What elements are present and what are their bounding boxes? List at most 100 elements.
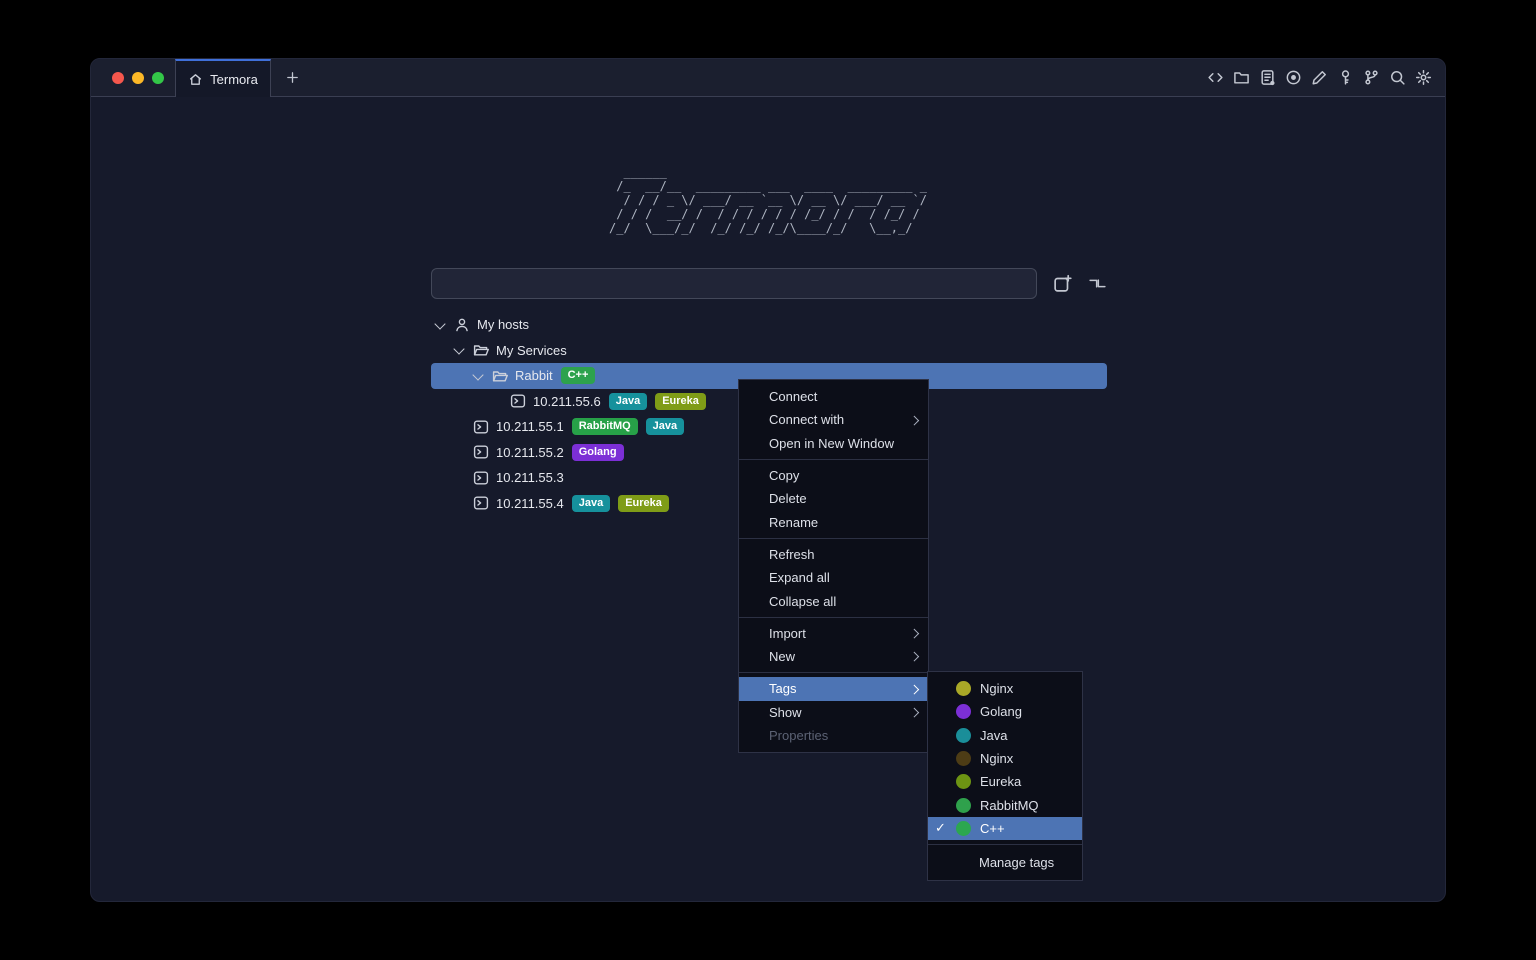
close-window-button[interactable]: [112, 72, 124, 84]
tag-menu-label: Golang: [980, 704, 1022, 719]
manage-tags-label: Manage tags: [979, 855, 1054, 870]
tag-menu-item-nginx[interactable]: Nginx: [928, 677, 1082, 700]
menu-item-label: Collapse all: [769, 594, 836, 609]
tag-menu-item-golang[interactable]: Golang: [928, 700, 1082, 723]
menu-item-new[interactable]: New: [739, 645, 928, 668]
chevron-down-icon[interactable]: [453, 344, 464, 355]
tag-color-dot: [956, 681, 971, 696]
tag-color-dot: [956, 774, 971, 789]
tag-color-dot: [956, 704, 971, 719]
menu-item-label: Copy: [769, 468, 799, 483]
tag-badge: Java: [572, 495, 610, 512]
menu-item-expand-all[interactable]: Expand all: [739, 566, 928, 589]
tree-item-label: My hosts: [477, 317, 529, 332]
tag-menu-label: RabbitMQ: [980, 798, 1039, 813]
chevron-down-icon[interactable]: [434, 318, 445, 329]
home-icon: [188, 72, 203, 87]
menu-item-collapse-all[interactable]: Collapse all: [739, 589, 928, 612]
tag-menu-label: Java: [980, 728, 1007, 743]
menu-item-import[interactable]: Import: [739, 622, 928, 645]
log-icon[interactable]: [1259, 69, 1276, 86]
menu-item-label: New: [769, 649, 795, 664]
submenu-arrow-icon: [909, 629, 918, 638]
menu-item-properties: Properties: [739, 724, 928, 747]
record-icon[interactable]: [1285, 69, 1302, 86]
tag-menu-item-nginx[interactable]: Nginx: [928, 747, 1082, 770]
tag-menu-item-java[interactable]: Java: [928, 724, 1082, 747]
menu-separator: [739, 617, 928, 618]
tag-color-dot: [956, 798, 971, 813]
terminal-icon: [473, 419, 489, 435]
minimize-window-button[interactable]: [132, 72, 144, 84]
tag-badge: Java: [609, 393, 647, 410]
tree-item-label: 10.211.55.4: [496, 496, 564, 511]
menu-separator: [739, 672, 928, 673]
tree-item-label: My Services: [496, 343, 567, 358]
tree-item-label: 10.211.55.1: [496, 419, 564, 434]
plus-icon: [285, 70, 300, 85]
search-row: [431, 268, 1107, 299]
tag-menu-item-eureka[interactable]: Eureka: [928, 770, 1082, 793]
code-icon[interactable]: [1207, 69, 1224, 86]
edit-icon[interactable]: [1311, 69, 1328, 86]
tag-badge: Eureka: [618, 495, 669, 512]
tab-termora[interactable]: Termora: [175, 59, 271, 97]
branch-icon[interactable]: [1363, 69, 1380, 86]
layout-icon[interactable]: [1088, 274, 1107, 293]
menu-item-refresh[interactable]: Refresh: [739, 543, 928, 566]
menu-item-manage-tags[interactable]: Manage tags: [928, 849, 1082, 875]
tag-color-dot: [956, 751, 971, 766]
search-input[interactable]: [431, 268, 1037, 299]
terminal-icon: [473, 495, 489, 511]
ascii-banner: ______ /_ __/__ _________ ___ ____ _____…: [609, 165, 927, 235]
menu-item-label: Delete: [769, 491, 807, 506]
menu-item-tags[interactable]: Tags: [739, 677, 928, 700]
menu-item-open-in-new-window[interactable]: Open in New Window: [739, 432, 928, 455]
menu-separator: [739, 538, 928, 539]
toolbar: [1207, 69, 1445, 86]
menu-item-delete[interactable]: Delete: [739, 487, 928, 510]
tree-row-my-services[interactable]: My Services: [431, 338, 1107, 364]
menu-item-label: Open in New Window: [769, 436, 894, 451]
menu-item-rename[interactable]: Rename: [739, 510, 928, 533]
chevron-down-icon[interactable]: [472, 369, 483, 380]
titlebar: Termora: [91, 59, 1445, 97]
menu-item-label: Rename: [769, 515, 818, 530]
menu-item-connect-with[interactable]: Connect with: [739, 408, 928, 431]
folder-open-icon: [492, 368, 508, 384]
menu-item-label: Tags: [769, 681, 796, 696]
new-tab-button[interactable]: [271, 59, 313, 97]
menu-item-label: Import: [769, 626, 806, 641]
menu-item-label: Refresh: [769, 547, 815, 562]
folder-icon[interactable]: [1233, 69, 1250, 86]
key-icon[interactable]: [1337, 69, 1354, 86]
tree-item-label: Rabbit: [515, 368, 553, 383]
banner-area: ______ /_ __/__ _________ ___ ____ _____…: [91, 165, 1445, 237]
menu-item-connect[interactable]: Connect: [739, 385, 928, 408]
menu-item-show[interactable]: Show: [739, 701, 928, 724]
menu-item-copy[interactable]: Copy: [739, 464, 928, 487]
tag-menu-item-c-[interactable]: ✓C++: [928, 817, 1082, 840]
submenu-arrow-icon: [909, 684, 918, 693]
menu-separator: [928, 844, 1082, 845]
search-icon[interactable]: [1389, 69, 1406, 86]
settings-icon[interactable]: [1415, 69, 1432, 86]
submenu-arrow-icon: [909, 708, 918, 717]
tag-badge: C++: [561, 367, 596, 384]
submenu-arrow-icon: [909, 415, 918, 424]
tab-label: Termora: [210, 72, 258, 87]
menu-item-label: Expand all: [769, 570, 830, 585]
zoom-window-button[interactable]: [152, 72, 164, 84]
submenu-arrow-icon: [909, 652, 918, 661]
add-host-icon[interactable]: [1053, 274, 1072, 293]
tag-menu-label: Nginx: [980, 681, 1013, 696]
termora-window: Termora ______ /_ __/__ _________ ___ __…: [90, 58, 1446, 902]
tag-badge: Eureka: [655, 393, 706, 410]
tag-menu-item-rabbitmq[interactable]: RabbitMQ: [928, 793, 1082, 816]
tag-badge: Golang: [572, 444, 624, 461]
tree-item-label: 10.211.55.2: [496, 445, 564, 460]
terminal-icon: [473, 444, 489, 460]
tree-row-my-hosts[interactable]: My hosts: [431, 312, 1107, 338]
titlebar-right: [313, 59, 1445, 97]
checkmark-icon: ✓: [935, 820, 956, 836]
